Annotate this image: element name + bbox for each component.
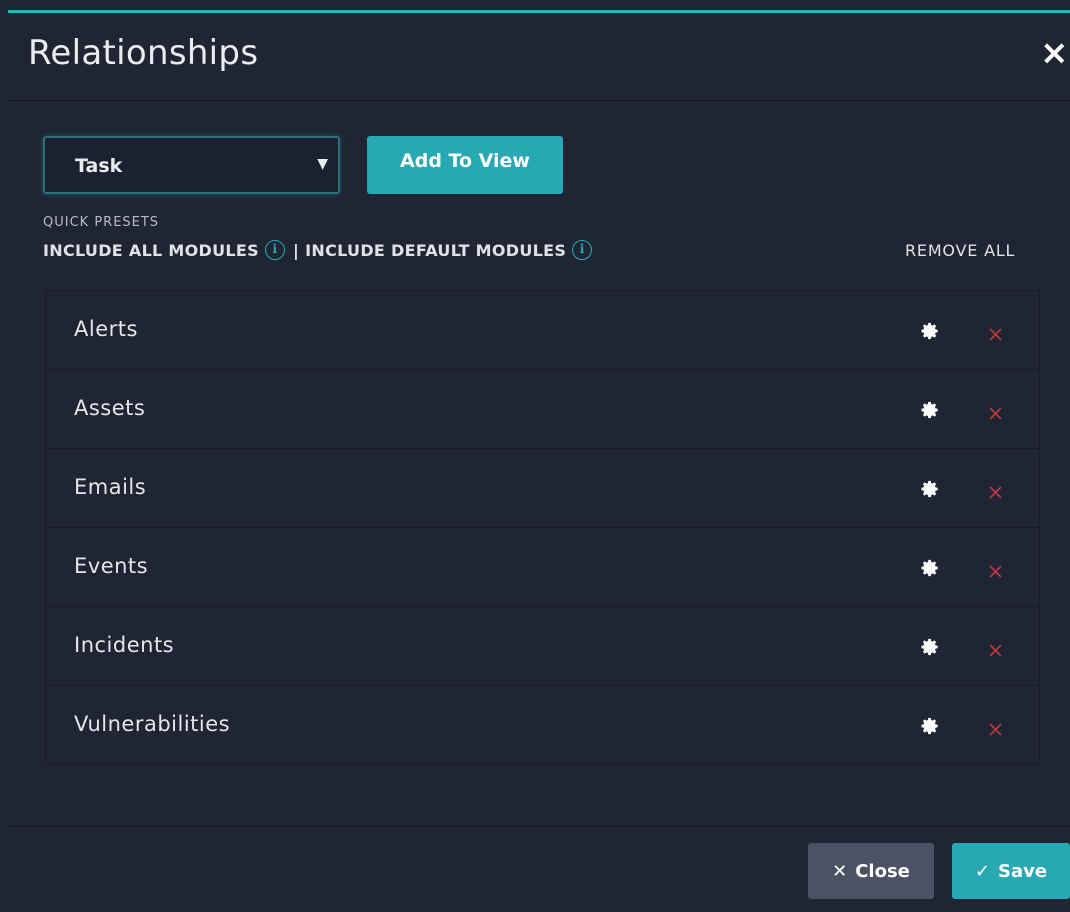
- info-icon[interactable]: i: [264, 240, 285, 260]
- module-label: Emails: [74, 475, 147, 499]
- module-select-value: Task: [75, 155, 123, 177]
- save-button[interactable]: ✓ Save: [952, 843, 1070, 899]
- module-label: Events: [74, 554, 149, 578]
- gear-icon[interactable]: [920, 400, 940, 420]
- modal-footer: ✕ Close ✓ Save: [8, 826, 1070, 912]
- close-icon[interactable]: ×: [1040, 35, 1070, 71]
- close-button[interactable]: ✕ Close: [808, 843, 934, 899]
- list-item: Assets: [46, 370, 1039, 449]
- gear-icon[interactable]: [920, 321, 940, 341]
- preset-links: INCLUDE ALL MODULES i | INCLUDE DEFAULT …: [43, 240, 598, 260]
- modal-header: Relationships ×: [8, 13, 1070, 101]
- include-all-modules-link[interactable]: INCLUDE ALL MODULES: [43, 241, 259, 260]
- check-icon: ✓: [974, 860, 991, 882]
- gear-icon[interactable]: [920, 716, 940, 736]
- remove-all-link[interactable]: REMOVE ALL: [905, 241, 1015, 260]
- module-select[interactable]: Task ▼: [43, 136, 340, 194]
- gear-icon[interactable]: [920, 479, 940, 499]
- relationships-modal: Relationships × Task ▼ Add To View QUICK…: [8, 0, 1070, 912]
- list-item: Emails: [46, 449, 1039, 528]
- remove-icon[interactable]: [988, 722, 1003, 737]
- quick-presets-label: QUICK PRESETS: [43, 215, 160, 230]
- gear-icon[interactable]: [920, 637, 940, 657]
- module-label: Vulnerabilities: [74, 712, 231, 736]
- gear-icon[interactable]: [920, 558, 940, 578]
- caret-down-icon: ▼: [317, 156, 328, 172]
- remove-icon[interactable]: [988, 327, 1003, 342]
- list-item: Events: [46, 528, 1039, 607]
- close-icon: ✕: [832, 860, 848, 882]
- remove-icon[interactable]: [988, 406, 1003, 421]
- add-to-view-button[interactable]: Add To View: [367, 136, 563, 194]
- remove-icon[interactable]: [988, 564, 1003, 579]
- close-button-label: Close: [855, 860, 910, 882]
- remove-icon[interactable]: [988, 643, 1003, 658]
- module-label: Alerts: [74, 317, 138, 341]
- info-icon[interactable]: i: [572, 240, 593, 260]
- save-button-label: Save: [998, 860, 1048, 882]
- list-item: Vulnerabilities: [46, 686, 1039, 765]
- preset-separator: |: [292, 240, 300, 260]
- module-list: Alerts Assets Emails Events Incidents Vu…: [45, 290, 1040, 764]
- remove-icon[interactable]: [988, 485, 1003, 500]
- modal-title: Relationships: [28, 33, 259, 73]
- module-label: Incidents: [74, 633, 175, 657]
- list-item: Alerts: [46, 291, 1039, 370]
- include-default-modules-link[interactable]: INCLUDE DEFAULT MODULES: [305, 241, 566, 260]
- module-label: Assets: [74, 396, 146, 420]
- list-item: Incidents: [46, 607, 1039, 686]
